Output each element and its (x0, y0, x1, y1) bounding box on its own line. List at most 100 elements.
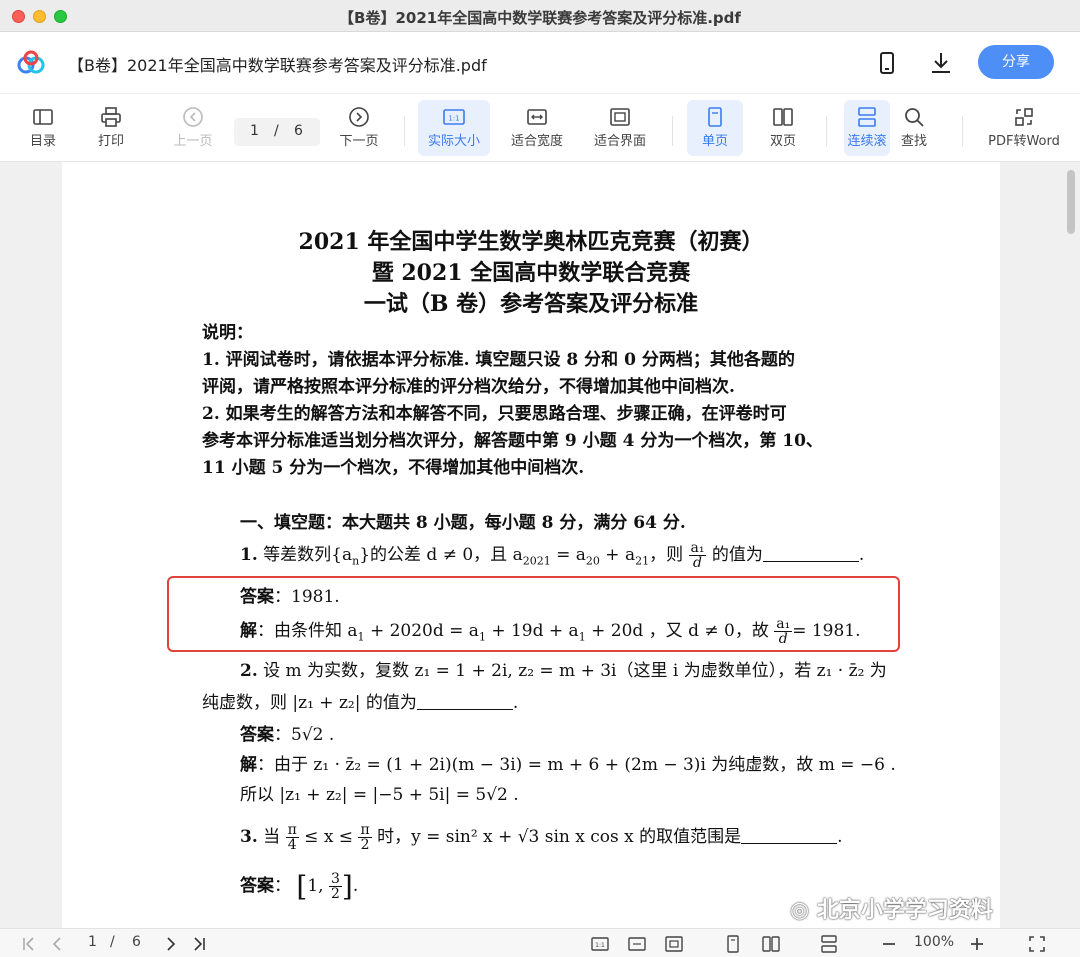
fit-width-icon[interactable] (628, 935, 646, 953)
app-logo-icon (17, 50, 45, 74)
next-page-icon[interactable] (162, 935, 180, 953)
first-page-icon[interactable] (20, 935, 38, 953)
numerator: a₁ (688, 540, 707, 556)
double-page-icon (773, 108, 793, 126)
download-icon[interactable] (928, 50, 954, 76)
answer-label: 答案 (240, 725, 274, 745)
q2-text: 纯虚数，则 |z₁ + z₂| 的值为 (202, 693, 417, 713)
q3-text: 时，y = sin² x + √3 sin x cos x 的取值范围是 (377, 827, 742, 847)
toolbar-divider (826, 116, 827, 146)
toc-button[interactable]: 目录 (22, 100, 64, 156)
numerator: a₁ (774, 616, 793, 632)
fit-window-label: 适合界面 (593, 134, 646, 149)
toolbar-divider (672, 116, 673, 146)
watermark: ◎ 北京小学学习资料 (790, 892, 993, 924)
single-page-icon (708, 107, 722, 127)
zoom-in-icon[interactable] (968, 935, 986, 953)
window-title: 【B卷】2021年全国高中数学联赛参考答案及评分标准.pdf (339, 9, 741, 27)
continuous-scroll-button[interactable]: 连续滚 (844, 100, 890, 156)
chevron-right-circle-icon (349, 107, 369, 127)
next-page-button[interactable]: 下一页 (334, 100, 384, 156)
solution-2-cont: 所以 |z₁ + z₂| = |−5 + 5i| = 5√2 . (240, 785, 519, 805)
denominator: 4 (287, 837, 297, 853)
doc-title-line3: 一试（B 卷）参考答案及评分标准 (363, 291, 699, 317)
answer-1: 答案：1981. (240, 582, 340, 607)
colon: ： (274, 725, 291, 745)
answer-label: 答案 (240, 876, 274, 896)
share-button[interactable]: 分享 (978, 45, 1054, 79)
solution-label: 解 (240, 755, 257, 775)
window-titlebar: 【B卷】2021年全国高中数学联赛参考答案及评分标准.pdf (0, 0, 1080, 32)
colon: ： (257, 621, 274, 641)
double-page-icon[interactable] (762, 935, 780, 953)
q1-text: . (858, 545, 865, 565)
fit-window-icon[interactable] (665, 935, 683, 953)
mobile-icon[interactable] (874, 50, 900, 76)
question-number: 3. (240, 827, 258, 847)
denominator: d (778, 631, 788, 647)
pdf-to-word-button[interactable]: PDF转Word (984, 100, 1064, 156)
fit-width-button[interactable]: 适合宽度 (504, 100, 570, 156)
svg-text:1:1: 1:1 (448, 115, 459, 123)
solution-1: 解：由条件知 a1 + 2020d = a1 + 19d + a1 + 20d … (240, 616, 861, 646)
fit-window-icon (610, 108, 630, 126)
document-viewer[interactable]: 2021 年全国中学生数学奥林匹克竞赛（初赛） 暨 2021 全国高中数学联合竞… (0, 162, 1080, 928)
subscript: 1 (578, 630, 586, 644)
question-number: 1. (240, 545, 258, 565)
solution-text: 由于 z₁ · z̄₂ = (1 + 2i)(m − 3i) = m + 6 +… (274, 755, 896, 775)
page-number-input[interactable]: 1 / 6 (234, 118, 320, 146)
single-page-icon[interactable] (724, 935, 742, 953)
prev-page-button[interactable]: 上一页 (168, 100, 218, 156)
answer-blank (741, 830, 838, 844)
last-page-icon[interactable] (190, 935, 208, 953)
denominator: d (693, 555, 702, 571)
numerator: 3 (328, 871, 342, 887)
answer-value: 1981. (291, 587, 340, 607)
solution-label: 解 (240, 621, 257, 641)
zoom-out-icon[interactable] (880, 935, 898, 953)
sidebar-icon (33, 109, 53, 125)
double-page-label: 双页 (769, 134, 796, 149)
solution-text: + 2020d = a (364, 621, 479, 641)
scrollbar-thumb[interactable] (1067, 170, 1075, 234)
doc-title-line2: 暨 2021 全国高中数学联合竞赛 (371, 260, 691, 286)
actual-size-label: 实际大小 (427, 134, 480, 149)
single-page-button[interactable]: 单页 (687, 100, 743, 156)
answer-2: 答案：5√2 . (240, 720, 334, 745)
answer-label: 答案 (240, 587, 274, 607)
fullscreen-icon[interactable] (1028, 935, 1046, 953)
answer-value: 1, (307, 876, 324, 896)
answer-3: 答案： [1, 3 2]. (240, 870, 359, 903)
print-button[interactable]: 打印 (90, 100, 132, 156)
actual-size-button[interactable]: 1:1 实际大小 (418, 100, 490, 156)
status-page-total: 6 (132, 934, 141, 950)
toolbar-divider (404, 116, 405, 146)
bracket-close: ] (341, 870, 353, 903)
prev-page-icon[interactable] (48, 935, 66, 953)
find-button[interactable]: 查找 (894, 100, 934, 156)
toolbar: 目录 打印 上一页 下一页 1:1 实际大小 适合宽度 适合界面 单页 双页 连… (0, 94, 1080, 162)
subscript: 2021 (522, 554, 551, 568)
chevron-left-circle-icon (183, 107, 203, 127)
continuous-scroll-label: 连续滚 (847, 134, 887, 149)
printer-icon (101, 107, 121, 127)
colon: ： (274, 587, 291, 607)
watermark-text: 北京小学学习资料 (816, 898, 993, 923)
app-header: 【B卷】2021年全国高中数学联赛参考答案及评分标准.pdf 分享 (0, 32, 1080, 94)
subscript: 1 (478, 630, 486, 644)
toolbar-divider (962, 116, 963, 146)
doc-title-line1: 2021 年全国中学生数学奥林匹克竞赛（初赛） (298, 229, 764, 255)
prev-page-label: 上一页 (173, 134, 213, 149)
question-2-cont: 纯虚数，则 |z₁ + z₂| 的值为. (202, 693, 519, 713)
fit-window-button[interactable]: 适合界面 (588, 100, 652, 156)
question-3: 3. 当 π4 ≤ x ≤ π2 时，y = sin² x + √3 sin x… (240, 822, 843, 853)
q3-text: ≤ x ≤ (304, 827, 354, 847)
colon: ： (257, 755, 274, 775)
zoom-level[interactable]: 100% (914, 934, 954, 950)
actual-size-icon[interactable]: 1:1 (591, 935, 609, 953)
q1-text: = a (550, 545, 586, 565)
solution-2: 解：由于 z₁ · z̄₂ = (1 + 2i)(m − 3i) = m + 6… (240, 750, 896, 775)
continuous-scroll-icon[interactable] (820, 935, 838, 953)
note-line: 11 小题 5 分为一个档次，不得增加其他中间档次. (202, 458, 585, 478)
double-page-button[interactable]: 双页 (758, 100, 808, 156)
